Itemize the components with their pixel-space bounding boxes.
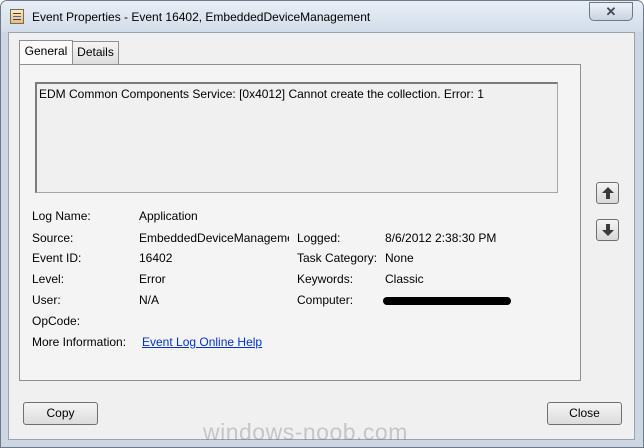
- event-properties-window: Event Properties - Event 16402, Embedded…: [0, 0, 644, 448]
- user-value: N/A: [139, 293, 160, 307]
- title-bar[interactable]: Event Properties - Event 16402, Embedded…: [1, 1, 643, 32]
- user-label: User:: [32, 293, 61, 307]
- event-message-box[interactable]: EDM Common Components Service: [0x4012] …: [35, 82, 558, 193]
- arrow-up-icon: [602, 187, 614, 199]
- event-id-value: 16402: [139, 251, 173, 265]
- task-category-value: None: [385, 251, 414, 265]
- copy-button[interactable]: Copy: [23, 402, 98, 425]
- logged-label: Logged:: [297, 231, 341, 245]
- log-name-label: Log Name:: [32, 209, 91, 223]
- task-category-label: Task Category:: [297, 251, 378, 265]
- general-tab-panel: EDM Common Components Service: [0x4012] …: [19, 64, 581, 381]
- event-log-online-help-link[interactable]: Event Log Online Help: [142, 335, 262, 349]
- dialog-client-area: General Details EDM Common Components Se…: [8, 32, 635, 440]
- event-id-label: Event ID:: [32, 251, 82, 265]
- log-name-value: Application: [139, 209, 198, 223]
- computer-value-redacted: [383, 297, 511, 305]
- close-icon: ✕: [605, 4, 617, 19]
- more-information-label: More Information:: [32, 335, 127, 349]
- computer-label: Computer:: [297, 293, 354, 307]
- watermark-text: windows-noob.com: [203, 419, 408, 445]
- close-button[interactable]: Close: [547, 402, 622, 425]
- event-message: EDM Common Components Service: [0x4012] …: [39, 87, 484, 101]
- arrow-down-icon: [602, 224, 614, 236]
- logged-value: 8/6/2012 2:38:30 PM: [385, 231, 497, 245]
- source-value: EmbeddedDeviceManageme: [139, 231, 289, 245]
- window-title: Event Properties - Event 16402, Embedded…: [32, 10, 371, 24]
- source-label: Source:: [32, 231, 74, 245]
- tab-details[interactable]: Details: [72, 41, 119, 64]
- event-viewer-icon: [10, 9, 24, 24]
- level-value: Error: [139, 272, 166, 286]
- next-event-button[interactable]: [596, 219, 619, 241]
- tab-general[interactable]: General: [19, 40, 73, 64]
- keywords-label: Keywords:: [297, 272, 354, 286]
- level-label: Level:: [32, 272, 65, 286]
- opcode-label: OpCode:: [32, 314, 81, 328]
- keywords-value: Classic: [385, 272, 424, 286]
- previous-event-button[interactable]: [596, 182, 619, 204]
- close-window-button[interactable]: ✕: [589, 2, 633, 21]
